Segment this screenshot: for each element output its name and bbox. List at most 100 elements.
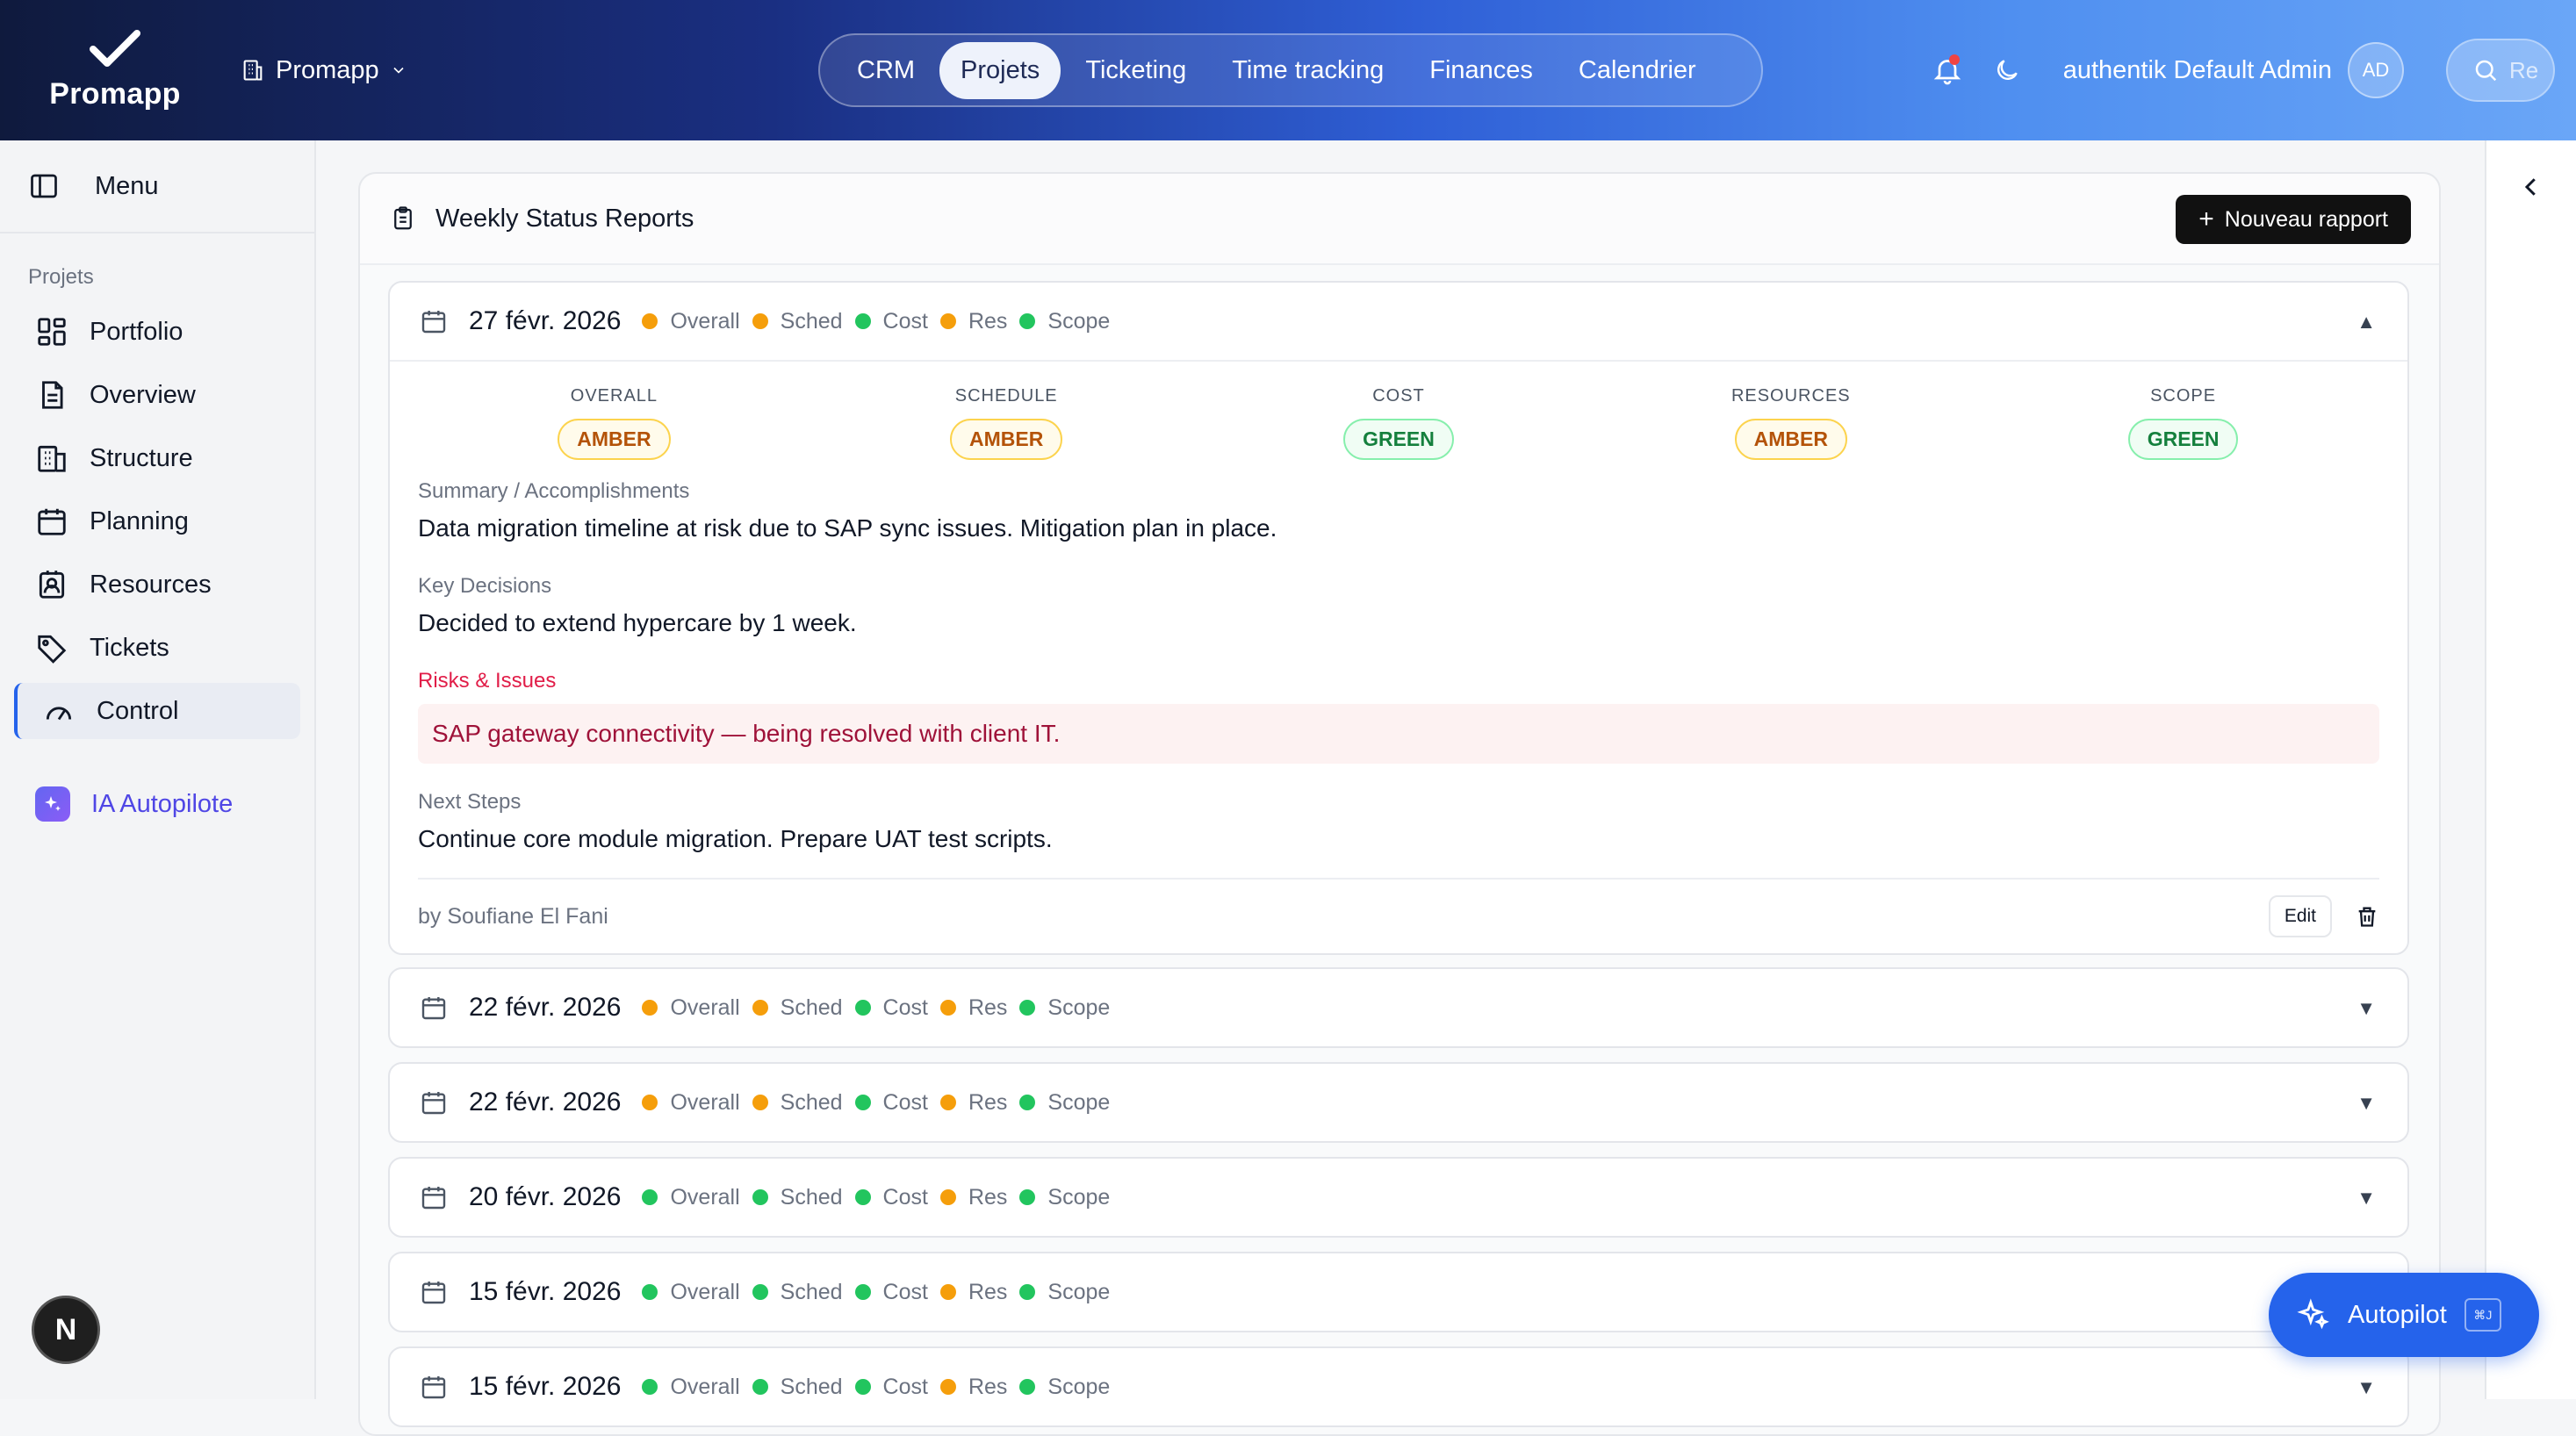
chevron-down-icon[interactable]: ▼ [2357, 1376, 2376, 1399]
report-header[interactable]: 15 févr. 2026 OverallSchedCostResScope ▼ [390, 1253, 2407, 1331]
chevron-down-icon[interactable]: ▼ [2357, 1187, 2376, 1210]
nav-ticketing[interactable]: Ticketing [1064, 42, 1207, 99]
chevron-up-icon[interactable]: ▲ [2357, 311, 2376, 334]
sidebar-item-ia-autopilote[interactable]: IA Autopilote [14, 776, 300, 832]
user-name[interactable]: authentik Default Admin [2063, 56, 2332, 85]
status-summary: Overall Sched Cost Res Scope [642, 1280, 1122, 1305]
rag-badge: AMBER [950, 419, 1063, 460]
status-summary: Overall Sched Cost Res Scope [642, 1185, 1122, 1210]
status-summary: Overall Sched Cost Res Scope [642, 1090, 1122, 1116]
main-nav: CRM Projets Ticketing Time tracking Fina… [818, 33, 1763, 107]
status-dot [642, 313, 658, 329]
report-date: 22 févr. 2026 [469, 1088, 622, 1116]
workspace-switcher[interactable]: Promapp [241, 56, 407, 85]
sidebar-section-label: Projets [28, 265, 94, 289]
weekly-status-reports-card: Weekly Status Reports + Nouveau rapport … [358, 172, 2441, 1436]
grid-icon [38, 318, 66, 346]
report-date: 27 févr. 2026 [469, 306, 622, 335]
status-label: Res [968, 1089, 1008, 1115]
rag-scope: SCOPE GREEN [1987, 362, 2379, 476]
edit-button[interactable]: Edit [2268, 895, 2332, 937]
ia-autopilote-label: IA Autopilote [91, 789, 234, 818]
nav-time-tracking[interactable]: Time tracking [1211, 42, 1405, 99]
status-label: Scope [1047, 308, 1111, 334]
dev-tools-badge[interactable]: N [32, 1296, 100, 1364]
status-dot [939, 313, 956, 329]
report-item: 22 févr. 2026 Overall Sched Cost Res Scope ▼ [388, 967, 2409, 1048]
status-label: Cost [882, 1089, 928, 1115]
report-item: 15 févr. 2026 OverallSchedCostResScope ▼ [388, 1252, 2409, 1332]
status-label: Res [968, 1279, 1008, 1304]
sidebar-item-resources[interactable]: Resources [14, 556, 300, 613]
clipboard-icon [394, 206, 412, 230]
sidebar-item-planning[interactable]: Planning [14, 493, 300, 549]
status-summary: Overall Sched Cost Res Scope [642, 1375, 1122, 1400]
status-label: Overall [670, 1374, 740, 1399]
sidebar-item-portfolio[interactable]: Portfolio [14, 304, 300, 360]
nav-calendrier[interactable]: Calendrier [1558, 42, 1717, 99]
sidebar-item-structure[interactable]: Structure [14, 430, 300, 486]
notifications-button[interactable] [1926, 49, 1968, 91]
rag-badge: GREEN [2127, 419, 2239, 460]
brand-name: Promapp [49, 76, 181, 111]
rag-label: SCOPE [2150, 386, 2217, 406]
decisions-text: Decided to extend hypercare by 1 week. [418, 609, 857, 636]
status-dot [642, 1379, 658, 1395]
sidebar-panel-icon [31, 174, 57, 198]
nav-crm[interactable]: CRM [836, 42, 936, 99]
theme-toggle-button[interactable] [1986, 49, 2028, 91]
status-label: Scope [1047, 1089, 1111, 1115]
risks-text: SAP gateway connectivity — being resolve… [418, 704, 2379, 764]
search-icon [2475, 60, 2497, 82]
status-dot [1019, 1095, 1036, 1110]
sidebar-item-overview[interactable]: Overview [14, 367, 300, 423]
autopilot-button[interactable]: Autopilot ⌘J [2269, 1273, 2539, 1357]
trash-icon[interactable] [2355, 904, 2379, 929]
nav-finances[interactable]: Finances [1408, 42, 1554, 99]
chevron-down-icon[interactable]: ▼ [2357, 1092, 2376, 1115]
sidebar-item-label: Structure [90, 443, 193, 472]
calendar-icon [421, 311, 446, 334]
search-button[interactable]: Re [2446, 39, 2555, 102]
status-label: Cost [882, 1374, 928, 1399]
report-header[interactable]: 20 févr. 2026 Overall Sched Cost Res Scope ▼ [390, 1159, 2407, 1236]
avatar[interactable]: AD [2348, 42, 2404, 98]
calendar-icon [421, 1376, 446, 1399]
rag-label: OVERALL [570, 386, 658, 406]
sidebar-menu-toggle[interactable]: Menu [0, 140, 314, 233]
brand-logo[interactable]: Promapp [0, 0, 230, 140]
shortcut-hint: ⌘J [2464, 1298, 2501, 1332]
rag-label: RESOURCES [1731, 386, 1851, 406]
rag-badge: AMBER [558, 419, 671, 460]
report-header[interactable]: 27 févr. 2026 Overall Sched Cost Res Scope ▲ [390, 283, 2407, 360]
status-dot [939, 1189, 956, 1205]
new-report-button[interactable]: + Nouveau rapport [2176, 195, 2411, 244]
status-label: Overall [670, 994, 740, 1020]
nav-projets[interactable]: Projets [939, 41, 1061, 99]
sidebar-item-control[interactable]: Control [14, 683, 300, 739]
rag-label: SCHEDULE [954, 386, 1058, 406]
status-label: Scope [1047, 1184, 1111, 1210]
status-dot [642, 1000, 658, 1016]
search-placeholder: Re [2509, 56, 2539, 83]
gauge-icon [46, 707, 72, 721]
status-dot [939, 1000, 956, 1016]
status-label: Overall [670, 1184, 740, 1210]
report-header[interactable]: 15 févr. 2026 OverallSchedCostResScope ▼ [390, 1348, 2407, 1425]
report-item: 20 févr. 2026 Overall Sched Cost Res Scope ▼ [388, 1157, 2409, 1238]
report-header[interactable]: 22 févr. 2026 Overall Sched Cost Res Scope ▼ [390, 969, 2407, 1046]
chevron-down-icon[interactable]: ▼ [2357, 997, 2376, 1020]
report-item: 27 févr. 2026 Overall Sched Cost Res Scope ▲… [388, 281, 2409, 955]
checkmark-logo-icon [90, 29, 140, 67]
summary-text: Data migration timeline at risk due to S… [418, 514, 1277, 542]
report-header[interactable]: 22 févr. 2026 Overall Sched Cost Res Scope ▼ [390, 1064, 2407, 1141]
contact-icon [39, 571, 65, 599]
sidebar-item-label: Resources [90, 570, 212, 599]
chevron-left-icon[interactable] [2518, 174, 2544, 200]
sidebar-item-tickets[interactable]: Tickets [14, 620, 300, 676]
status-label: Cost [882, 308, 928, 334]
status-label: Scope [1047, 1279, 1111, 1304]
status-label: Overall [670, 308, 740, 334]
page-title: Weekly Status Reports [435, 204, 694, 233]
top-right-controls: authentik Default Admin AD Re [1926, 0, 2576, 140]
